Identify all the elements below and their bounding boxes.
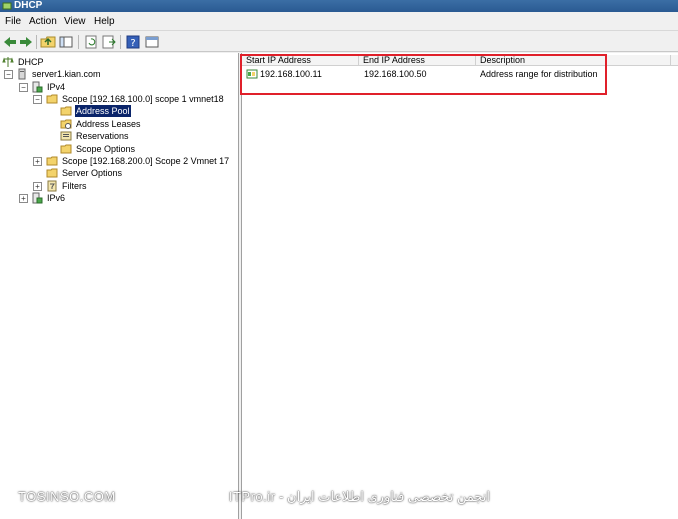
column-header-start-ip[interactable]: Start IP Address [242,55,359,66]
collapse-toggle[interactable]: − [19,83,28,92]
tree-label: Scope Options [76,144,136,154]
table-row[interactable]: 192.168.100.11 192.168.100.50 Address ra… [242,67,678,81]
start-ip-cell: 192.168.100.11 [260,69,322,79]
svg-text:?: ? [130,38,135,49]
reservations-icon [60,131,72,141]
menu-help[interactable]: Help [94,16,115,27]
tree-label: Address Leases [76,119,141,129]
address-pool-icon [60,106,72,116]
tree-label: IPv4 [47,82,66,92]
ip-range-icon [246,69,258,79]
up-folder-icon[interactable] [40,34,56,50]
tree-label: Server Options [62,168,123,178]
dhcp-app-icon [2,2,12,10]
tree-label: Filters [62,181,87,191]
refresh-icon[interactable] [83,34,99,50]
menu-bar: File Action View Help [0,13,678,31]
menu-file[interactable]: File [5,16,21,27]
expand-toggle[interactable]: + [33,182,42,191]
dhcp-icon [2,57,14,67]
ipv6-icon [32,192,43,204]
column-header-end-ip[interactable]: End IP Address [359,55,476,66]
address-leases-icon [60,119,72,129]
help-icon[interactable]: ? [125,34,141,50]
folder-icon [46,156,58,166]
folder-icon [46,94,58,104]
properties-icon[interactable] [144,34,160,50]
console-tree[interactable]: DHCP − server1.kian.com − IPv4 − Scope [… [0,53,239,519]
forward-icon[interactable] [18,34,34,50]
folder-icon [60,144,72,154]
server-icon [18,68,26,80]
toolbar: ? [0,32,678,52]
window-title: DHCP [14,0,43,11]
details-pane[interactable]: Start IP Address End IP Address Descript… [242,53,678,519]
toolbar-separator [78,35,79,49]
watermark-left: TOSINSO.COM [18,489,116,504]
tree-label: Address Pool [75,105,131,117]
ipv4-icon [32,81,43,93]
column-header-description[interactable]: Description [476,55,671,66]
watermark-right: انجمن تخصصی فناوری اطلاعات ایران - ITPro… [228,489,490,504]
menu-view[interactable]: View [64,16,86,27]
export-icon[interactable] [101,34,117,50]
end-ip-cell: 192.168.100.50 [364,69,427,79]
column-header-row: Start IP Address End IP Address Descript… [242,55,678,66]
filter-icon [47,180,57,192]
tree-label: IPv6 [47,193,66,203]
tree-label: Reservations [76,131,129,141]
show-hide-tree-icon[interactable] [58,34,74,50]
description-cell: Address range for distribution [480,69,598,79]
back-icon[interactable] [2,34,18,50]
expand-toggle[interactable]: + [19,194,28,203]
menu-action[interactable]: Action [29,16,57,27]
tree-label: server1.kian.com [32,69,101,79]
collapse-toggle[interactable]: − [33,95,42,104]
collapse-toggle[interactable]: − [4,70,13,79]
tree-label: Scope [192.168.200.0] Scope 2 Vmnet 17 [62,156,230,166]
toolbar-separator [120,35,121,49]
tree-label: Scope [192.168.100.0] scope 1 vmnet18 [62,94,224,104]
tree-label: DHCP [18,57,44,67]
title-bar: DHCP [0,0,678,12]
expand-toggle[interactable]: + [33,157,42,166]
folder-icon [46,168,58,178]
toolbar-separator [36,35,37,49]
